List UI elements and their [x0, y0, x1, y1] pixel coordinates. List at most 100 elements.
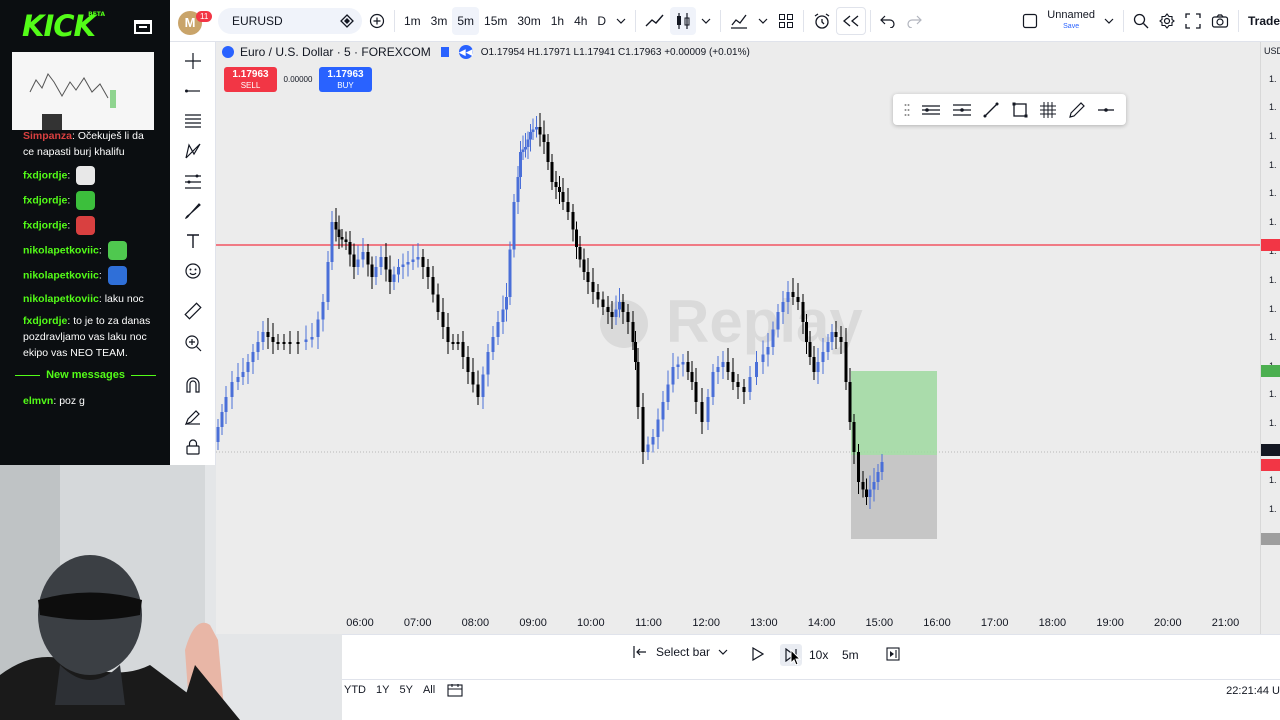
compare-icon[interactable]: [340, 13, 354, 28]
trend-line-tool[interactable]: [182, 80, 204, 102]
candle-body: [476, 384, 480, 397]
interval-15m[interactable]: 15m: [479, 7, 512, 35]
clock[interactable]: 22:21:44 U: [1226, 685, 1280, 697]
layouts-button[interactable]: [773, 7, 799, 35]
user-avatar[interactable]: M 11: [178, 5, 213, 37]
pattern-tool[interactable]: [182, 140, 204, 162]
keep-drawing-tool[interactable]: [182, 406, 204, 428]
buy-button[interactable]: 1.17963 BUY: [319, 67, 372, 92]
interval-4h[interactable]: 4h: [569, 7, 592, 35]
candle-body: [266, 332, 270, 337]
select-bar-control[interactable]: Select bar: [632, 645, 728, 659]
indicators-dropdown[interactable]: [753, 7, 773, 35]
forecast-tool[interactable]: [182, 170, 204, 192]
alert-button[interactable]: [808, 7, 836, 35]
chat-message: fxdjordje:: [23, 216, 156, 235]
zoom-tool[interactable]: [182, 332, 204, 354]
price-tick-label: 1.: [1269, 504, 1277, 514]
indicators-icon: [731, 14, 748, 29]
stop-zone[interactable]: [851, 455, 937, 539]
popout-icon[interactable]: [134, 18, 152, 34]
line-chart-button[interactable]: [640, 7, 670, 35]
sell-button[interactable]: 1.17963 SELL: [224, 67, 277, 92]
candle-body: [466, 357, 470, 372]
fib-tool[interactable]: [182, 110, 204, 132]
interval-1m[interactable]: 1m: [399, 7, 426, 35]
parallel-channel-icon[interactable]: [952, 102, 972, 118]
date-range-button[interactable]: [447, 683, 463, 702]
time-tick-label: 18:00: [1039, 617, 1067, 629]
grid-icon[interactable]: [1039, 101, 1057, 119]
price-chart[interactable]: Replay 06:00 07:00 08:00 09:00 10:00 11:00 12:…: [216, 42, 1260, 634]
magnet-tool[interactable]: [182, 374, 204, 396]
chart-title[interactable]: Euro / U.S. Dollar · 5 · FOREXCOM: [240, 45, 431, 59]
candle-body: [805, 322, 808, 342]
ruler-tool[interactable]: [182, 300, 204, 322]
candle-body: [446, 327, 450, 342]
layout-checkbox[interactable]: [1017, 7, 1043, 35]
interval-1h[interactable]: 1h: [546, 7, 569, 35]
candle-body: [621, 302, 625, 312]
indicators-button[interactable]: [725, 7, 753, 35]
candle-body: [348, 242, 352, 255]
drag-handle-icon[interactable]: [904, 103, 910, 117]
crosshair-tool[interactable]: [182, 50, 204, 72]
new-messages-divider[interactable]: New messages: [15, 367, 157, 383]
brush-tool[interactable]: [182, 200, 204, 222]
candle-body: [261, 332, 265, 342]
layout-dropdown[interactable]: [1099, 7, 1119, 35]
fullscreen-button[interactable]: [1180, 7, 1206, 35]
horizontal-ray-icon[interactable]: [921, 102, 941, 118]
jump-to-realtime-button[interactable]: [886, 647, 900, 666]
candle-body: [461, 342, 465, 357]
trend-line-icon[interactable]: [982, 101, 1000, 119]
emoji-tool[interactable]: [182, 260, 204, 282]
bookmark-icon[interactable]: [440, 47, 449, 57]
candle-body: [656, 419, 660, 437]
candle-body: [416, 257, 420, 260]
layout-name[interactable]: Unnamed Save: [1047, 9, 1095, 32]
redo-button[interactable]: [901, 7, 927, 35]
chart-type-dropdown[interactable]: [696, 7, 716, 35]
settings-button[interactable]: [1154, 7, 1180, 35]
candle-body: [868, 489, 872, 497]
lock-drawings-tool[interactable]: [182, 436, 204, 458]
rectangle-icon[interactable]: [1011, 101, 1029, 119]
replay-button[interactable]: [836, 6, 867, 35]
interval-dropdown[interactable]: [611, 7, 631, 35]
candle-body: [812, 357, 816, 372]
undo-button[interactable]: [875, 7, 901, 35]
replay-mode-icon[interactable]: ◀◀: [458, 45, 473, 59]
candle-body: [441, 312, 445, 327]
trade-button[interactable]: Trade: [1243, 7, 1280, 35]
candle-body: [880, 462, 884, 472]
minus-line-icon[interactable]: [1097, 101, 1115, 119]
range-5y[interactable]: 5Y: [399, 684, 412, 696]
add-symbol-button[interactable]: [364, 7, 390, 35]
range-ytd[interactable]: YTD: [344, 684, 366, 696]
play-button[interactable]: [750, 646, 765, 666]
price-scale[interactable]: USD 1.1.1.1.1.1.1.1.1.1.1.1.1.1.1.1.1.: [1260, 42, 1280, 634]
candle-body: [535, 127, 538, 130]
replay-speed[interactable]: 10x: [809, 648, 828, 662]
chat-message: fxdjordje:: [23, 166, 156, 185]
candles-button[interactable]: [670, 6, 697, 35]
replay-interval[interactable]: 5m: [842, 648, 859, 662]
range-1y[interactable]: 1Y: [376, 684, 389, 696]
candle-body: [748, 377, 752, 392]
interval-3m[interactable]: 3m: [426, 7, 453, 35]
pen-icon[interactable]: [1068, 101, 1086, 119]
candle-body: [641, 407, 645, 452]
line-chart-icon: [645, 14, 664, 26]
interval-30m[interactable]: 30m: [512, 7, 545, 35]
symbol-search[interactable]: EURUSD: [218, 7, 362, 34]
candle-body: [276, 342, 280, 344]
interval-D[interactable]: D: [592, 7, 611, 35]
candle-body: [496, 322, 500, 337]
range-all[interactable]: All: [423, 684, 435, 696]
interval-5m[interactable]: 5m: [452, 6, 480, 35]
quick-search-button[interactable]: [1128, 7, 1154, 35]
screenshot-button[interactable]: [1206, 7, 1234, 35]
target-zone[interactable]: [851, 371, 937, 455]
text-tool[interactable]: [182, 230, 204, 252]
